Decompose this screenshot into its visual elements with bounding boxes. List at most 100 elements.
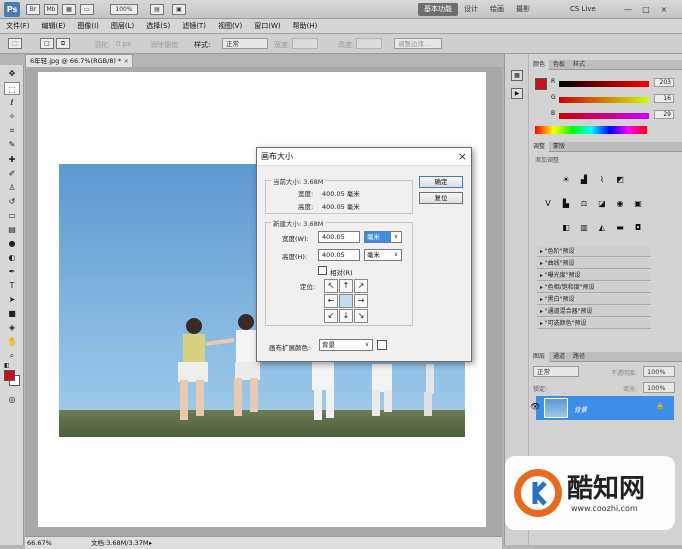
posterize-icon[interactable]: ▥ [577,222,591,234]
g-slider[interactable]: 16 [559,94,674,103]
hand-tool-icon[interactable]: ✋ [4,335,20,348]
path-select-icon[interactable]: ➤ [4,293,20,306]
anchor-e-icon[interactable]: → [354,294,368,308]
tab-color[interactable]: 颜色 [529,60,550,70]
gradient-map-icon[interactable]: ▬ [613,222,627,234]
close-doc-icon[interactable]: × [124,55,129,67]
dodge-icon[interactable]: ◐ [4,251,20,264]
exposure-icon[interactable]: ◩ [613,174,627,186]
width-unit-select[interactable]: 毫米 ∨ [364,231,402,243]
opacity-input[interactable]: 100% [643,366,675,377]
selective-color-icon[interactable]: ◘ [631,222,645,234]
anchor-w-icon[interactable]: ← [324,294,338,308]
foreground-color-swatch[interactable] [4,370,15,381]
eyedropper-icon[interactable]: ✎ [4,138,20,151]
anchor-ne-icon[interactable]: ↗ [354,279,368,293]
hue-saturation-icon[interactable]: ▙ [559,198,573,210]
menu-view[interactable]: 视图(V) [212,19,248,34]
cs-live-button[interactable]: CS Live [564,3,602,16]
status-arrow-icon[interactable]: ▸ [149,537,152,549]
width-input[interactable]: 400.05 [318,231,360,243]
brightness-icon[interactable]: ☀ [559,174,573,186]
menu-edit[interactable]: 编辑(E) [36,19,72,34]
bridge-icon[interactable]: Br [26,4,40,15]
relative-checkbox[interactable] [318,266,327,275]
preset-black-white[interactable]: ▸ "黑白"预设 [537,294,651,305]
actions-panel-icon[interactable]: ▶ [511,88,523,99]
quick-mask-icon[interactable]: ◎ [4,393,20,406]
workspace-essentials[interactable]: 基本功能 [418,3,458,16]
tab-styles[interactable]: 样式 [569,60,589,70]
b-value[interactable]: 29 [654,110,674,119]
menu-filter[interactable]: 滤镜(T) [176,19,212,34]
tab-masks[interactable]: 蒙版 [549,142,569,152]
menu-window[interactable]: 窗口(W) [248,19,286,34]
preset-channel-mixer[interactable]: ▸ "通道混合器"预设 [537,306,651,317]
tab-channels[interactable]: 通道 [549,352,569,362]
style-select[interactable]: 正常 [222,38,268,49]
history-panel-icon[interactable]: ▦ [511,70,523,81]
move-tool-icon[interactable]: ✥ [4,67,20,80]
type-tool-icon[interactable]: T [4,279,20,292]
extension-color-swatch[interactable] [377,340,387,350]
add-selection-icon[interactable]: ⧉ [56,38,70,49]
anchor-nw-icon[interactable]: ↖ [324,279,338,293]
lasso-tool-icon[interactable]: ℓ [4,96,20,109]
vibrance-icon[interactable]: V [541,198,555,210]
workspace-design[interactable]: 设计 [458,3,484,16]
tab-layers[interactable]: 图层 [529,352,550,362]
anchor-sw-icon[interactable]: ↙ [324,309,338,323]
screen-icon[interactable]: ▣ [172,4,186,15]
preset-levels[interactable]: ▸ "色阶"预设 [537,246,651,257]
pen-tool-icon[interactable]: ✒ [4,265,20,278]
tab-paths[interactable]: 路径 [569,352,589,362]
ok-button[interactable]: 确定 [419,176,463,188]
g-value[interactable]: 16 [654,94,674,103]
minimize-button[interactable]: — [620,3,636,16]
new-selection-icon[interactable]: □ [40,38,54,49]
extension-color-select[interactable]: 背景 ∨ [319,339,373,351]
color-panel-swatch[interactable] [535,78,547,90]
preset-hue-saturation[interactable]: ▸ "色相/饱和度"预设 [537,282,651,293]
workspace-painting[interactable]: 绘画 [484,3,510,16]
height-unit-select[interactable]: 毫米 ∨ [364,249,402,261]
zoom-level[interactable]: 66.67% [27,537,52,549]
color-ramp[interactable] [535,126,647,134]
brush-tool-icon[interactable]: ✐ [4,167,20,180]
close-window-button[interactable]: × [656,3,672,16]
arrange-icon[interactable]: ▤ [150,4,164,15]
black-white-icon[interactable]: ◪ [595,198,609,210]
default-colors-icon[interactable]: ◧ [4,362,12,369]
preset-selective-color[interactable]: ▸ "可选颜色"预设 [537,318,651,329]
shape-tool-icon[interactable]: ■ [4,307,20,320]
tab-swatches[interactable]: 色板 [549,60,569,70]
minibridge-icon[interactable]: Mb [44,4,58,15]
anchor-center-icon[interactable] [339,294,353,308]
3d-tool-icon[interactable]: ◈ [4,321,20,334]
clone-stamp-icon[interactable]: ♙ [4,181,20,194]
history-brush-icon[interactable]: ↺ [4,195,20,208]
workspace-photography[interactable]: 摄影 [510,3,536,16]
invert-icon[interactable]: ◧ [559,222,573,234]
gradient-icon[interactable]: ▤ [4,223,20,236]
anchor-s-icon[interactable]: ↓ [339,309,353,323]
threshold-icon[interactable]: ◭ [595,222,609,234]
anchor-se-icon[interactable]: ↘ [354,309,368,323]
refine-edge-button[interactable]: 调整边缘... [394,38,442,49]
tab-adjustments[interactable]: 调整 [529,142,550,152]
maximize-button[interactable]: □ [638,3,654,16]
menu-layer[interactable]: 图层(L) [105,19,140,34]
marquee-preset-icon[interactable]: ⬚ [8,38,22,49]
height-input[interactable]: 400.05 [318,249,360,261]
levels-icon[interactable]: ▟ [577,174,591,186]
zoom-level-select[interactable]: 100% [110,4,138,15]
healing-brush-icon[interactable]: ✚ [4,153,20,166]
antialias-checkbox[interactable]: 消除锯齿 [150,40,178,50]
eye-icon[interactable]: 👁 [530,402,540,411]
screen-mode-icon[interactable]: ▭ [80,4,94,15]
width-field[interactable] [292,38,318,49]
feather-value[interactable]: 0 px [116,40,131,48]
preset-curves[interactable]: ▸ "曲线"预设 [537,258,651,269]
zoom-tool-icon[interactable]: ⌕ [4,349,20,362]
channel-mixer-icon[interactable]: ▣ [631,198,645,210]
